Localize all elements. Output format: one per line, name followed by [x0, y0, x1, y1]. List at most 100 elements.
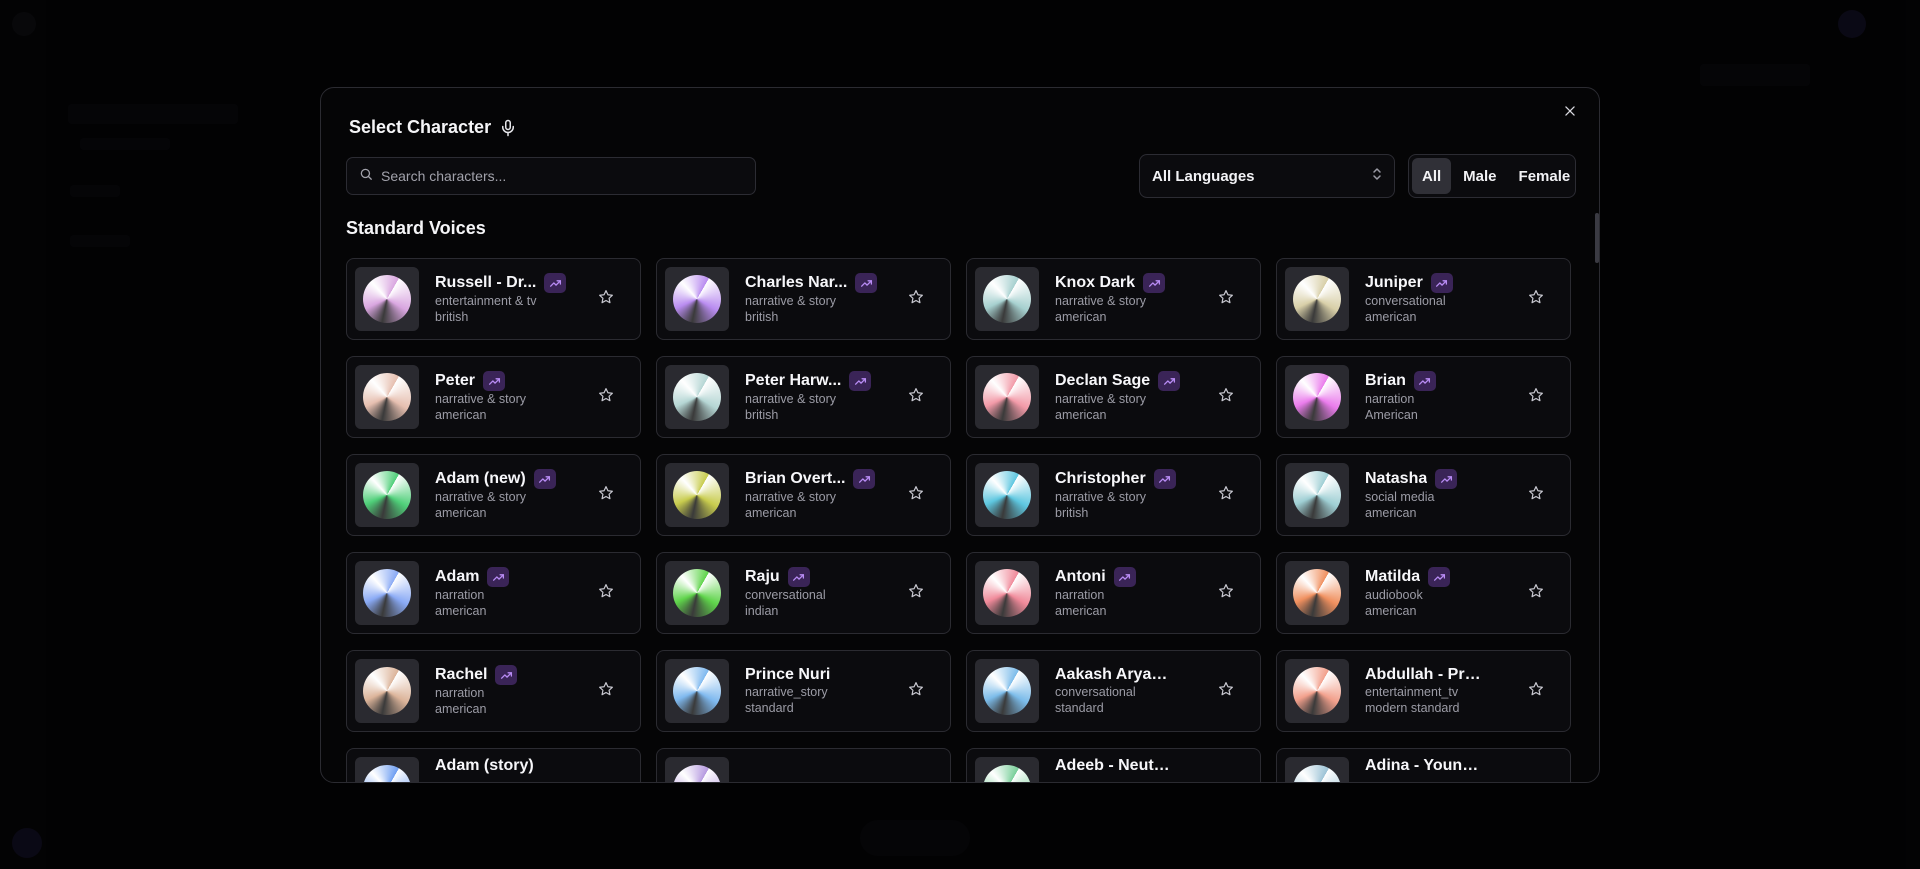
avatar — [673, 373, 721, 421]
favorite-star-icon[interactable] — [908, 289, 926, 307]
character-card[interactable]: Peter Harw... narrative & story british — [656, 356, 951, 438]
character-card[interactable]: Adam (story) — [346, 748, 641, 782]
favorite-star-icon[interactable] — [1528, 583, 1546, 601]
favorite-star-icon[interactable] — [598, 583, 616, 601]
avatar-frame — [975, 561, 1039, 625]
character-card[interactable]: Adeeb - Neutral... — [966, 748, 1261, 782]
character-name-row: Charles Nar... — [745, 273, 895, 293]
favorite-star-icon[interactable] — [908, 387, 926, 405]
favorite-star-icon[interactable] — [598, 681, 616, 699]
avatar-frame — [1285, 365, 1349, 429]
character-name-row: Natasha — [1365, 469, 1515, 489]
character-accent: american — [435, 408, 487, 422]
character-card[interactable]: Knox Dark narrative & story american — [966, 258, 1261, 340]
favorite-star-icon[interactable] — [1528, 485, 1546, 503]
favorite-star-icon[interactable] — [1218, 681, 1236, 699]
trending-icon — [544, 273, 567, 293]
avatar-frame — [355, 659, 419, 723]
character-card[interactable]: Natasha social media american — [1276, 454, 1571, 536]
avatar-frame — [355, 757, 419, 782]
character-name: Russell - Dr... — [435, 274, 537, 291]
character-name-row: Peter — [435, 371, 585, 391]
character-card[interactable]: Abdullah - Prof... entertainment_tv modern… — [1276, 650, 1571, 732]
favorite-star-icon[interactable] — [1218, 387, 1236, 405]
search-field[interactable] — [346, 157, 756, 195]
scrollbar-thumb[interactable] — [1595, 213, 1599, 263]
favorite-star-icon[interactable] — [598, 387, 616, 405]
character-info: Rachel narration american — [435, 665, 585, 717]
avatar — [1293, 275, 1341, 323]
character-name: Brian Overt... — [745, 470, 846, 487]
character-info: Adam narration american — [435, 567, 585, 619]
avatar-frame — [1285, 267, 1349, 331]
trending-icon — [1413, 371, 1436, 391]
character-card[interactable]: Charles Nar... narrative & story british — [656, 258, 951, 340]
character-name: Christopher — [1055, 470, 1146, 487]
character-info: Abdullah - Prof... entertainment_tv modern… — [1365, 666, 1515, 716]
avatar-frame — [665, 463, 729, 527]
character-card[interactable]: Adam narration american — [346, 552, 641, 634]
character-card[interactable]: Declan Sage narrative & story american — [966, 356, 1261, 438]
trending-icon — [483, 371, 506, 391]
close-button[interactable] — [1559, 102, 1581, 124]
favorite-star-icon[interactable] — [908, 681, 926, 699]
favorite-star-icon[interactable] — [908, 485, 926, 503]
avatar-frame — [355, 267, 419, 331]
trending-icon — [533, 469, 556, 489]
avatar — [1293, 569, 1341, 617]
character-category: social media — [1365, 490, 1435, 504]
character-card[interactable]: Adina - Young, ... — [1276, 748, 1571, 782]
character-name: Peter — [435, 372, 476, 389]
gender-filter: All Male Female — [1408, 154, 1576, 198]
character-card[interactable] — [656, 748, 951, 782]
character-card[interactable]: Russell - Dr... entertainment & tv british — [346, 258, 641, 340]
favorite-star-icon[interactable] — [598, 289, 616, 307]
character-card[interactable]: Prince Nuri narrative_story standard — [656, 650, 951, 732]
character-card[interactable]: Matilda audiobook american — [1276, 552, 1571, 634]
character-info: Declan Sage narrative & story american — [1055, 371, 1205, 423]
character-name-row: Peter Harw... — [745, 371, 895, 391]
character-card[interactable]: Rachel narration american — [346, 650, 641, 732]
character-info: Adam (story) — [435, 757, 585, 775]
favorite-star-icon[interactable] — [1218, 583, 1236, 601]
character-name: Brian — [1365, 372, 1406, 389]
character-name-row: Adam (new) — [435, 469, 585, 489]
favorite-star-icon[interactable] — [1528, 387, 1546, 405]
gender-filter-all[interactable]: All — [1412, 158, 1452, 194]
favorite-star-icon[interactable] — [1528, 289, 1546, 307]
character-name: Adam (story) — [435, 757, 534, 774]
favorite-star-icon[interactable] — [1528, 681, 1546, 699]
gender-filter-male[interactable]: Male — [1453, 158, 1506, 194]
favorite-star-icon[interactable] — [1218, 485, 1236, 503]
character-card[interactable]: Peter narrative & story american — [346, 356, 641, 438]
character-card[interactable]: Adam (new) narrative & story american — [346, 454, 641, 536]
character-category: narrative_story — [745, 685, 828, 699]
character-card[interactable]: Brian Overt... narrative & story american — [656, 454, 951, 536]
character-name-row: Adam — [435, 567, 585, 587]
favorite-star-icon[interactable] — [598, 485, 616, 503]
character-card[interactable]: Juniper conversational american — [1276, 258, 1571, 340]
character-card[interactable]: Antoni narration american — [966, 552, 1261, 634]
trending-icon — [787, 567, 810, 587]
character-category: narrative & story — [745, 294, 837, 308]
character-name: Declan Sage — [1055, 372, 1151, 389]
character-info: Adeeb - Neutral... — [1055, 757, 1205, 775]
character-category: conversational — [1365, 294, 1446, 308]
character-name: Raju — [745, 568, 780, 585]
character-card[interactable]: Christopher narrative & story british — [966, 454, 1261, 536]
character-name: Adam — [435, 568, 480, 585]
gender-filter-female[interactable]: Female — [1509, 158, 1581, 194]
character-card[interactable]: Raju conversational indian — [656, 552, 951, 634]
language-select[interactable]: All Languages — [1139, 154, 1395, 198]
favorite-star-icon[interactable] — [908, 583, 926, 601]
character-card[interactable]: Brian narration American — [1276, 356, 1571, 438]
avatar — [1293, 373, 1341, 421]
character-info: Matilda audiobook american — [1365, 567, 1515, 619]
character-card[interactable]: Aakash Aryan - ... conversational standard — [966, 650, 1261, 732]
avatar — [983, 765, 1031, 782]
character-accent: british — [435, 310, 469, 324]
favorite-star-icon[interactable] — [1218, 289, 1236, 307]
language-select-value: All Languages — [1152, 167, 1255, 185]
search-input[interactable] — [381, 168, 741, 184]
character-name-row: Raju — [745, 567, 895, 587]
